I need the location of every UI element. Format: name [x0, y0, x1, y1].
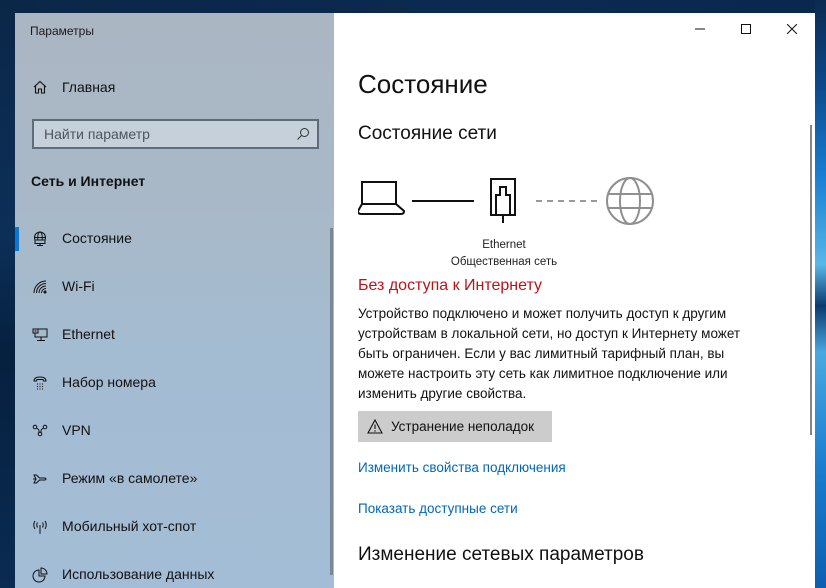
- window-controls: [677, 13, 815, 45]
- sidebar-item-data-usage[interactable]: Использование данных: [15, 555, 330, 588]
- sidebar-item-dialup[interactable]: Набор номера: [15, 363, 330, 403]
- laptop-icon: [358, 181, 406, 215]
- close-icon: [787, 24, 797, 34]
- network-globe-icon: [32, 231, 48, 247]
- sidebar-item-vpn[interactable]: VPN: [15, 411, 330, 451]
- network-status-subtitle: Состояние сети: [358, 123, 497, 144]
- show-available-networks-link[interactable]: Показать доступные сети: [358, 501, 518, 516]
- troubleshoot-button[interactable]: Устранение неполадок: [358, 411, 552, 442]
- minimize-button[interactable]: [677, 13, 723, 45]
- search-input[interactable]: [34, 121, 289, 147]
- hotspot-icon: [32, 519, 48, 535]
- data-usage-icon: [32, 567, 48, 583]
- sidebar-item-label: Мобильный хот-спот: [62, 518, 197, 534]
- maximize-icon: [741, 24, 751, 34]
- sidebar-item-airplane[interactable]: Режим «в самолете»: [15, 459, 330, 499]
- warning-icon: [367, 419, 383, 434]
- ethernet-icon: [32, 327, 48, 343]
- network-type: Общественная сеть: [450, 256, 558, 268]
- sidebar-item-label: Состояние: [62, 230, 132, 246]
- globe-icon: [606, 177, 654, 225]
- sidebar-item-label: Ethernet: [62, 326, 115, 342]
- app-title: Параметры: [30, 24, 94, 38]
- sidebar: Параметры Главная Сеть и Интернет: [15, 13, 334, 588]
- search-icon[interactable]: [296, 127, 310, 141]
- section-title: Сеть и Интернет: [31, 173, 146, 189]
- sidebar-item-label: Главная: [62, 79, 116, 95]
- troubleshoot-label: Устранение неполадок: [391, 419, 535, 434]
- sidebar-item-label: VPN: [62, 422, 91, 438]
- router-icon: [490, 178, 516, 223]
- search-box: [32, 119, 319, 149]
- airplane-icon: [32, 471, 48, 487]
- sidebar-item-label: Режим «в самолете»: [62, 470, 198, 486]
- home-icon: [32, 79, 48, 95]
- connection-status-heading: Без доступа к Интернету: [358, 277, 543, 294]
- sidebar-item-wifi[interactable]: Wi-Fi: [15, 267, 330, 307]
- desktop-background-left: [0, 0, 15, 588]
- sidebar-item-hotspot[interactable]: Мобильный хот-спот: [15, 507, 330, 547]
- sidebar-item-label: Использование данных: [62, 566, 215, 582]
- sidebar-item-status[interactable]: Состояние: [15, 219, 330, 259]
- change-connection-properties-link[interactable]: Изменить свойства подключения: [358, 460, 566, 475]
- sidebar-item-home[interactable]: Главная: [15, 71, 334, 103]
- sidebar-item-label: Wi-Fi: [62, 278, 95, 294]
- vpn-icon: [32, 423, 48, 439]
- network-diagram-graphic: [358, 177, 654, 225]
- desktop-background-top: [0, 0, 826, 13]
- page-title: Состояние: [358, 69, 488, 99]
- change-network-settings-heading: Изменение сетевых параметров: [358, 544, 644, 565]
- close-button[interactable]: [769, 13, 815, 45]
- main-content: Состояние Состояние сети Ethernet Общест…: [334, 13, 815, 588]
- desktop-background-right: [815, 0, 826, 588]
- network-diagram: Ethernet Общественная сеть: [358, 173, 668, 268]
- connection-status-description: Устройство подключено и может получить д…: [358, 306, 741, 401]
- wifi-icon: [32, 279, 48, 295]
- settings-window: Параметры Главная Сеть и Интернет: [15, 13, 815, 588]
- minimize-icon: [695, 28, 705, 30]
- sidebar-scrollbar[interactable]: [330, 228, 333, 575]
- main-scrollbar[interactable]: [810, 125, 812, 435]
- sidebar-item-label: Набор номера: [62, 374, 156, 390]
- maximize-button[interactable]: [723, 13, 769, 45]
- sidebar-item-ethernet[interactable]: Ethernet: [15, 315, 330, 355]
- dialup-icon: [32, 375, 48, 391]
- connection-name: Ethernet: [482, 239, 526, 251]
